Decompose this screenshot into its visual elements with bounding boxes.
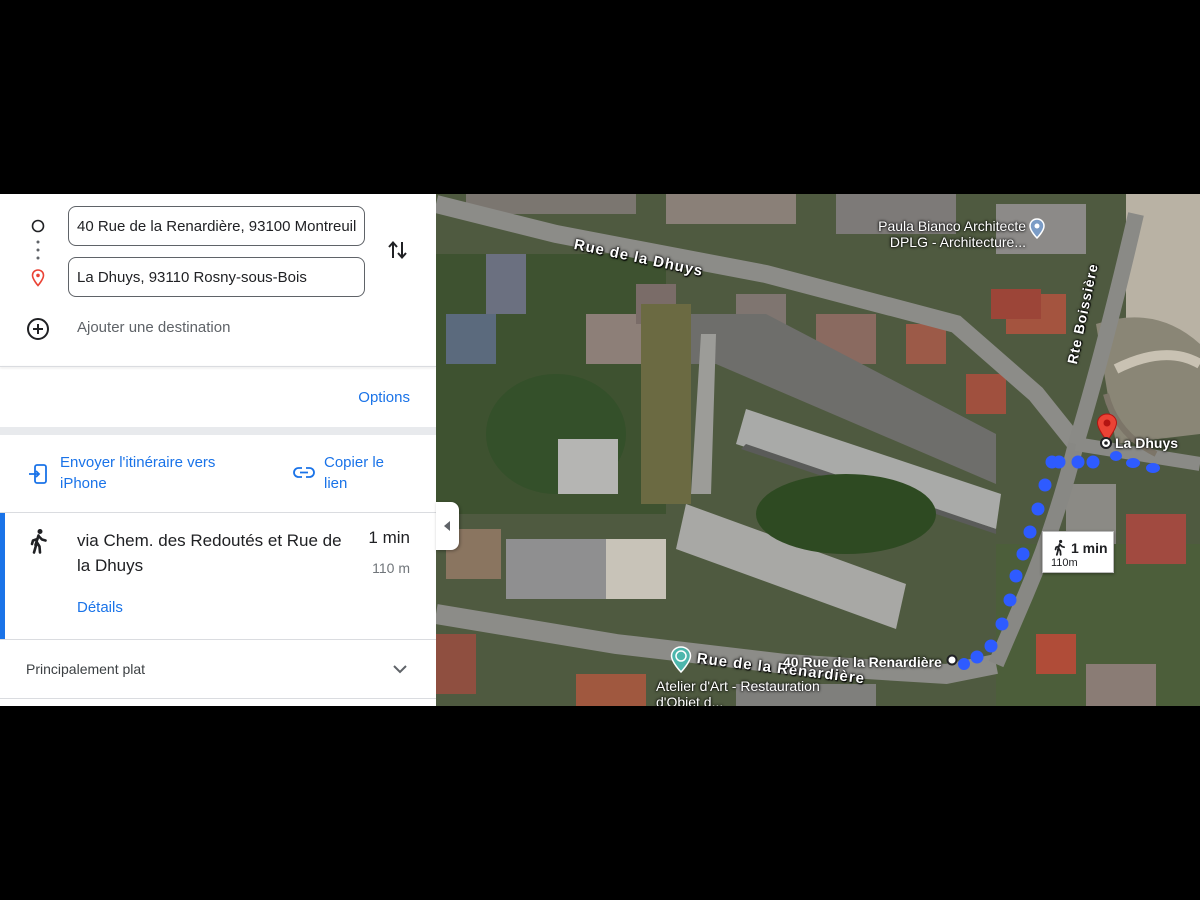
add-circle-icon bbox=[27, 318, 49, 340]
destination-map-label: La Dhuys bbox=[1115, 435, 1179, 451]
destination-pin-icon bbox=[31, 269, 45, 287]
route-description: via Chem. des Redoutés et Rue de la Dhuy… bbox=[77, 531, 342, 575]
caret-left-icon bbox=[444, 521, 450, 531]
origin-map-label: 40 Rue de la Renardière bbox=[783, 654, 942, 670]
elevation-summary-toggle[interactable]: Principalement plat bbox=[0, 640, 436, 698]
origin-circle-icon bbox=[31, 219, 45, 233]
directions-panel: Ajouter une destination Options Envoyer … bbox=[0, 194, 436, 706]
chevron-down-icon bbox=[393, 665, 407, 674]
origin-marker-icon[interactable] bbox=[946, 654, 958, 666]
poi-atelier-label: Atelier d'Art - Restauration d'Objet d..… bbox=[656, 678, 820, 706]
send-to-phone-button[interactable]: Envoyer l'itinéraire vers iPhone bbox=[28, 452, 238, 498]
options-button[interactable]: Options bbox=[358, 389, 410, 406]
palette-icon bbox=[670, 646, 692, 674]
poi-architect[interactable]: Paula Bianco Architecte DPLG - Architect… bbox=[864, 218, 1045, 254]
copy-link-button[interactable]: Copier le lien bbox=[292, 452, 412, 498]
walk-icon bbox=[30, 529, 47, 554]
swap-directions-icon[interactable] bbox=[385, 238, 411, 262]
poi-architect-label: Paula Bianco Architecte DPLG - Architect… bbox=[878, 218, 1026, 250]
route-option-card[interactable]: via Chem. des Redoutés et Rue de la Dhuy… bbox=[0, 513, 436, 639]
selected-route-indicator bbox=[0, 513, 5, 639]
pin-icon bbox=[1029, 218, 1045, 240]
divider bbox=[0, 698, 436, 699]
destination-input[interactable] bbox=[68, 257, 365, 297]
origin-input[interactable] bbox=[68, 206, 365, 246]
collapse-panel-button[interactable] bbox=[436, 502, 459, 550]
route-duration: 1 min bbox=[368, 528, 410, 547]
section-divider bbox=[0, 427, 436, 435]
elevation-summary-label: Principalement plat bbox=[26, 661, 146, 677]
callout-distance: 110m bbox=[1051, 557, 1078, 569]
route-dots-icon bbox=[36, 240, 40, 260]
maps-directions-window: Ajouter une destination Options Envoyer … bbox=[0, 194, 1200, 706]
details-button[interactable]: Détails bbox=[77, 599, 123, 616]
divider bbox=[0, 366, 436, 367]
callout-duration: 1 min bbox=[1071, 540, 1108, 556]
walk-icon bbox=[1054, 539, 1066, 556]
route-distance: 110 m bbox=[372, 560, 410, 576]
satellite-map[interactable]: Rue de la Dhuys Rue de la Renardière Rte… bbox=[436, 194, 1200, 706]
route-time-callout[interactable]: 1 min 110m bbox=[1042, 531, 1114, 573]
send-to-device-icon bbox=[29, 464, 47, 484]
destination-marker-icon bbox=[1100, 437, 1112, 449]
send-to-phone-label: Envoyer l'itinéraire vers iPhone bbox=[60, 454, 216, 492]
link-icon bbox=[293, 467, 315, 478]
copy-link-label: Copier le lien bbox=[324, 454, 385, 492]
add-destination-button[interactable]: Ajouter une destination bbox=[26, 314, 326, 342]
add-destination-label: Ajouter une destination bbox=[77, 319, 231, 336]
